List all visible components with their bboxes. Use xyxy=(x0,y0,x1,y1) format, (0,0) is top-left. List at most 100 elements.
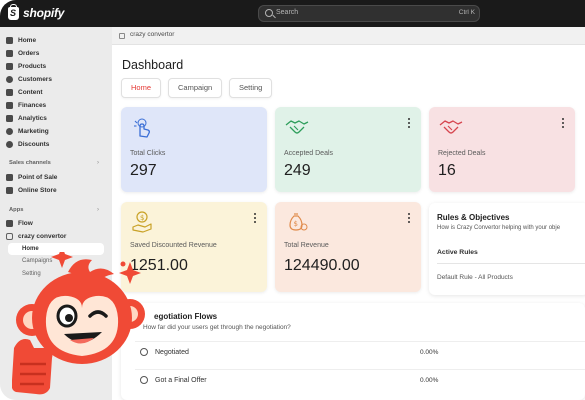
negotiation-row-label: Got a Final Offer xyxy=(155,377,207,384)
money-bag-icon: $ xyxy=(289,213,308,231)
card-value: 249 xyxy=(284,162,311,179)
card-value: 297 xyxy=(130,162,157,179)
sidebar-item-analytics[interactable]: Analytics xyxy=(6,112,47,124)
sidebar-item-label: Home xyxy=(18,36,37,44)
app-window: shopify Search Ctrl K Home Orders Produc… xyxy=(0,0,585,400)
discount-icon xyxy=(6,140,13,148)
card-label: Rejected Deals xyxy=(438,150,486,157)
sidebar-item-online-store[interactable]: Online Store xyxy=(6,184,57,196)
sales-channels-title: Sales channels xyxy=(9,160,51,166)
sidebar-item-flow[interactable]: Flow xyxy=(6,217,33,229)
card-value: 16 xyxy=(438,162,456,179)
sidebar-item-label: Point of Sale xyxy=(18,173,58,181)
money-hand-icon: $ xyxy=(132,211,152,233)
sidebar-item-discounts[interactable]: Discounts xyxy=(6,138,49,150)
negotiation-subtitle: How far did your users get through the n… xyxy=(143,324,291,331)
more-menu-icon[interactable] xyxy=(562,118,565,130)
monkey-mascot-icon xyxy=(12,252,145,395)
card-label: Total Revenue xyxy=(284,242,329,249)
negotiation-title: egotiation Flows xyxy=(154,312,218,321)
home-icon xyxy=(6,36,13,44)
sidebar-item-label: Content xyxy=(18,88,43,96)
file-icon xyxy=(6,88,13,96)
sidebar-item-content[interactable]: Content xyxy=(6,86,43,98)
search-input[interactable]: Search Ctrl K xyxy=(258,5,480,22)
page-title: Dashboard xyxy=(122,58,184,72)
negotiation-flows-card: egotiation Flows How far did your users … xyxy=(121,303,585,400)
inbox-icon xyxy=(6,49,13,57)
rules-title: Rules & Objectives xyxy=(437,213,510,222)
more-menu-icon[interactable] xyxy=(254,213,257,225)
handshake-icon xyxy=(285,120,309,134)
person-icon xyxy=(6,75,13,83)
negotiation-row-value: 0.00% xyxy=(420,349,439,356)
sidebar-item-label: Discounts xyxy=(18,140,50,148)
breadcrumb-label[interactable]: crazy convertor xyxy=(130,31,174,38)
active-rules-label: Active Rules xyxy=(437,249,478,256)
rules-subtitle: How is Crazy Convertor helping with your… xyxy=(437,225,561,231)
search-shortcut: Ctrl K xyxy=(458,9,475,16)
chevron-right-icon[interactable]: › xyxy=(97,207,99,213)
sidebar-item-marketing[interactable]: Marketing xyxy=(6,125,49,137)
apps-title: Apps xyxy=(9,207,24,213)
app-content: Dashboard Home Campaign Setting Total Cl… xyxy=(112,45,585,400)
svg-text:$: $ xyxy=(294,220,298,228)
card-label: Saved Discounted Revenue xyxy=(130,242,217,249)
shopify-bag-icon xyxy=(8,3,19,20)
sidebar-item-label: Finances xyxy=(18,101,47,109)
default-rule-item[interactable]: Default Rule - All Products xyxy=(437,274,513,281)
card-label: Accepted Deals xyxy=(284,150,334,157)
svg-text:$: $ xyxy=(140,214,144,222)
target-icon xyxy=(6,127,13,135)
tab-home[interactable]: Home xyxy=(121,78,162,98)
tag-icon xyxy=(6,62,13,70)
stat-card-rejected-deals: Rejected Deals 16 xyxy=(429,107,575,192)
pos-icon xyxy=(6,173,13,181)
card-label: Total Clicks xyxy=(130,150,166,157)
stat-card-total-revenue: $ Total Revenue 124490.00 xyxy=(275,202,421,292)
breadcrumb: crazy convertor xyxy=(112,27,585,45)
top-bar: shopify Search Ctrl K xyxy=(0,0,585,27)
app-icon xyxy=(119,33,125,39)
negotiation-row: Negotiated 0.00% xyxy=(135,341,585,363)
more-menu-icon[interactable] xyxy=(408,213,411,225)
stat-card-total-clicks: Total Clicks 297 xyxy=(121,107,267,192)
sidebar-item-home[interactable]: Home xyxy=(6,34,36,46)
sidebar-item-label: Online Store xyxy=(18,186,57,194)
negotiation-row-label: Negotiated xyxy=(155,349,189,356)
tab-campaign[interactable]: Campaign xyxy=(168,78,223,98)
divider xyxy=(437,263,585,264)
search-icon xyxy=(265,9,273,17)
sidebar-item-crazy-convertor[interactable]: crazy convertor xyxy=(6,230,66,242)
flow-icon xyxy=(6,219,13,227)
stat-card-accepted-deals: Accepted Deals 249 xyxy=(275,107,421,192)
sidebar-item-label: Products xyxy=(18,62,47,70)
rules-objectives-card: Rules & Objectives How is Crazy Converto… xyxy=(429,203,585,295)
card-value: 124490.00 xyxy=(284,257,360,274)
sidebar-item-label: crazy convertor xyxy=(18,232,67,240)
sidebar-item-label: Analytics xyxy=(18,114,47,122)
tab-setting[interactable]: Setting xyxy=(229,78,273,98)
negotiation-row: Got a Final Offer 0.00% xyxy=(135,369,585,391)
shopify-logo[interactable]: shopify xyxy=(8,3,65,20)
sidebar-item-products[interactable]: Products xyxy=(6,60,46,72)
chart-icon xyxy=(6,114,13,122)
sidebar-item-orders[interactable]: Orders xyxy=(6,47,39,59)
brand-name: shopify xyxy=(23,6,65,20)
sidebar-item-point-of-sale[interactable]: Point of Sale xyxy=(6,171,57,183)
more-menu-icon[interactable] xyxy=(408,118,411,130)
negotiation-row-value: 0.00% xyxy=(420,377,439,384)
sidebar-item-label: Orders xyxy=(18,49,40,57)
sidebar-item-customers[interactable]: Customers xyxy=(6,73,52,85)
sidebar-item-finances[interactable]: Finances xyxy=(6,99,46,111)
search-placeholder: Search xyxy=(276,9,299,16)
chevron-right-icon[interactable]: › xyxy=(97,160,99,166)
click-hand-icon xyxy=(134,118,150,138)
handshake-icon xyxy=(439,120,463,134)
store-icon xyxy=(6,186,13,194)
sidebar-item-label: Flow xyxy=(18,219,33,227)
sidebar-item-label: Marketing xyxy=(18,127,49,135)
bank-icon xyxy=(6,101,13,109)
main-area: crazy convertor Dashboard Home Campaign … xyxy=(112,27,585,400)
app-icon xyxy=(6,232,13,240)
